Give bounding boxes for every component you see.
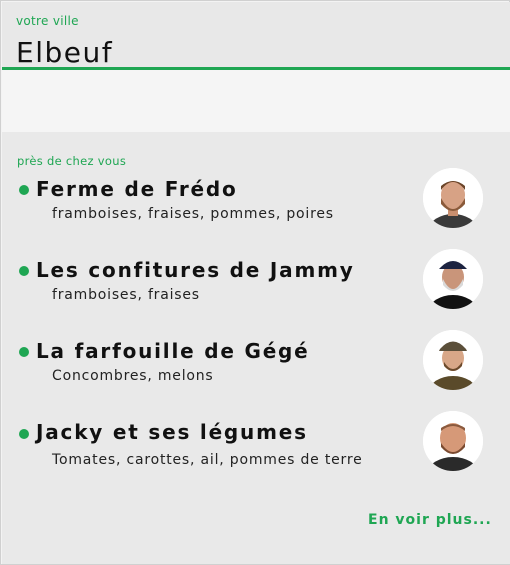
producer-name[interactable]: Ferme de Frédo bbox=[36, 177, 238, 201]
blank-area bbox=[2, 70, 510, 132]
bullet-icon bbox=[19, 185, 29, 195]
producer-name[interactable]: Les confitures de Jammy bbox=[36, 258, 355, 282]
bullet-icon bbox=[19, 347, 29, 357]
bullet-icon bbox=[19, 266, 29, 276]
city-field[interactable]: votre ville Elbeuf bbox=[2, 2, 510, 69]
producer-item-fredo[interactable]: Ferme de Frédo framboises, fraises, pomm… bbox=[2, 167, 510, 237]
producer-item-jammy[interactable]: Les confitures de Jammy framboises, frai… bbox=[2, 248, 510, 318]
nearby-panel: près de chez vous Ferme de Frédo framboi… bbox=[2, 132, 510, 564]
producer-products: framboises, fraises, pommes, poires bbox=[52, 206, 334, 222]
bullet-icon bbox=[19, 429, 29, 439]
city-label: votre ville bbox=[16, 14, 79, 28]
app-frame: votre ville Elbeuf près de chez vous Fer… bbox=[0, 0, 510, 565]
city-value[interactable]: Elbeuf bbox=[16, 36, 113, 69]
producer-name[interactable]: Jacky et ses légumes bbox=[36, 420, 308, 444]
producer-avatar-icon bbox=[423, 249, 483, 309]
producer-products: Tomates, carottes, ail, pommes de terre bbox=[52, 452, 363, 468]
see-more-link[interactable]: En voir plus... bbox=[368, 512, 492, 528]
producer-avatar-icon bbox=[423, 330, 483, 390]
producer-products: framboises, fraises bbox=[52, 287, 200, 303]
producer-avatar-icon bbox=[423, 168, 483, 228]
producer-item-jacky[interactable]: Jacky et ses légumes Tomates, carottes, … bbox=[2, 410, 510, 480]
section-title: près de chez vous bbox=[17, 154, 127, 168]
producer-avatar-icon bbox=[423, 411, 483, 471]
producer-products: Concombres, melons bbox=[52, 368, 214, 384]
producer-name[interactable]: La farfouille de Gégé bbox=[36, 339, 310, 363]
producer-item-gege[interactable]: La farfouille de Gégé Concombres, melons bbox=[2, 329, 510, 399]
